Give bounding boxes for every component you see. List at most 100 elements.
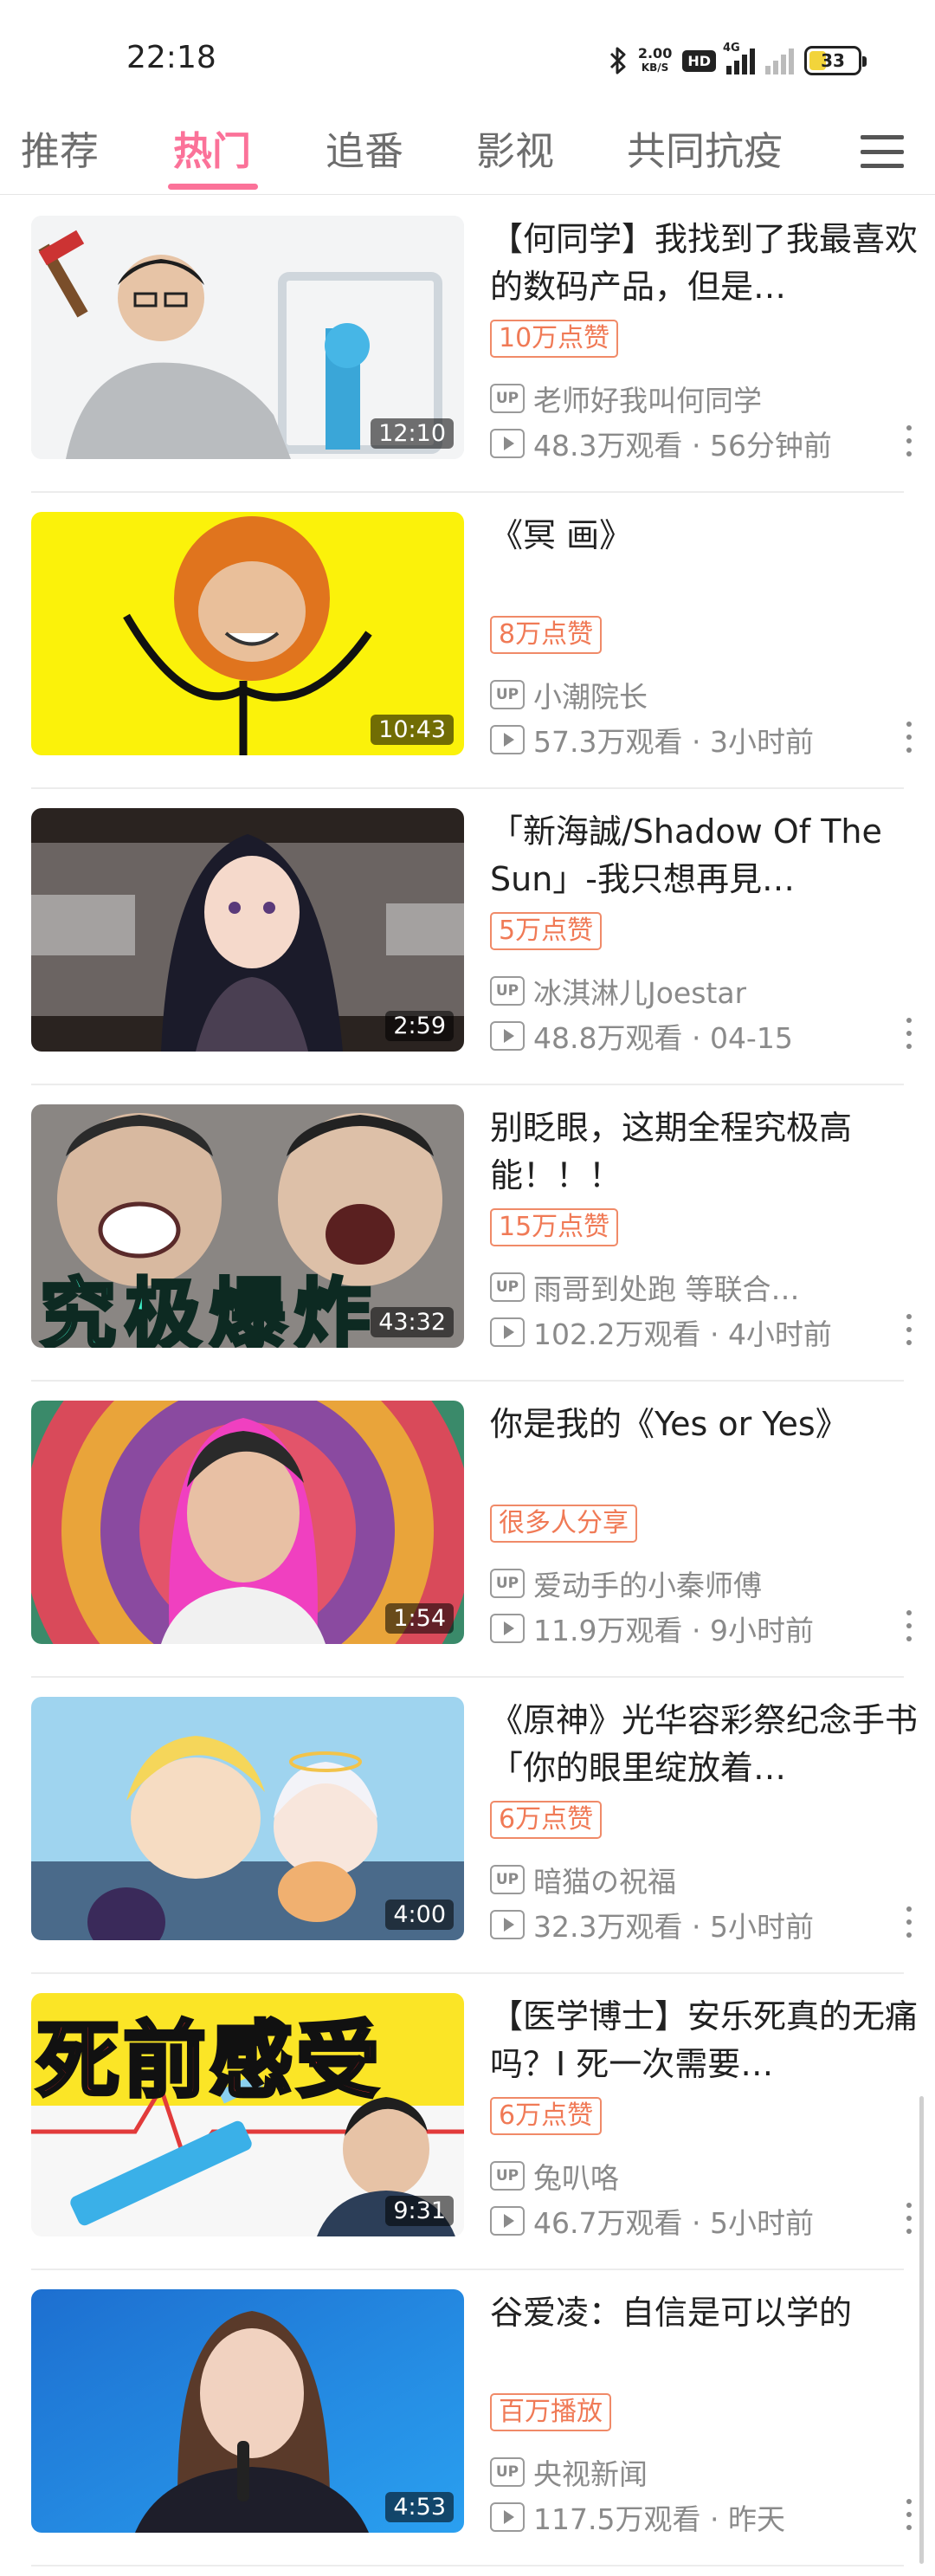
video-title[interactable]: 【何同学】我找到了我最喜欢的数码产品，但是… xyxy=(490,216,923,313)
video-duration: 10:43 xyxy=(371,715,454,745)
video-info: 《原神》光华容彩祭纪念手书「你的眼里绽放着… 6万点赞 UP 暗猫の祝福 32.… xyxy=(490,1697,923,1944)
uploader-line[interactable]: UP 雨哥到处跑 等联合… xyxy=(490,1266,800,1308)
view-stats: 48.8万观看 · 04-15 xyxy=(490,1015,793,1057)
play-count-icon xyxy=(490,1021,525,1051)
uploader-name: 雨哥到处跑 等联合… xyxy=(533,1272,800,1306)
video-info: 别眨眼，这期全程究极高能！！！ 15万点赞 UP 雨哥到处跑 等联合… 102.… xyxy=(490,1104,923,1351)
tab-movies[interactable]: 影视 xyxy=(476,120,554,176)
video-thumbnail[interactable]: 4:53 xyxy=(31,2289,464,2533)
uploader-line[interactable]: UP 暗猫の祝福 xyxy=(490,1859,676,1900)
uploader-line[interactable]: UP 兔叭咯 xyxy=(490,2155,619,2197)
video-title[interactable]: 「新海誠/Shadow Of The Sun」-我只想再見… xyxy=(490,808,923,905)
view-stats: 102.2万观看 · 4小时前 xyxy=(490,1311,832,1353)
uploader-name: 兔叭咯 xyxy=(533,2161,619,2195)
video-info: 「新海誠/Shadow Of The Sun」-我只想再見… 5万点赞 UP 冰… xyxy=(490,808,923,1055)
play-count-icon xyxy=(490,429,525,458)
video-card[interactable]: 10:43 《冥 画》 8万点赞 UP 小潮院长 57.3万观看 · 3小时前 xyxy=(31,493,912,789)
video-thumbnail[interactable]: 死前感受 9:31 xyxy=(31,1993,464,2236)
more-options-icon[interactable] xyxy=(900,2499,918,2530)
view-stats: 46.7万观看 · 5小时前 xyxy=(490,2200,814,2242)
video-info: 《冥 画》 8万点赞 UP 小潮院长 57.3万观看 · 3小时前 xyxy=(490,512,923,759)
video-title[interactable]: 谷爱凌：自信是可以学的 xyxy=(490,2289,923,2386)
view-stats: 57.3万观看 · 3小时前 xyxy=(490,719,814,761)
video-title[interactable]: 《冥 画》 xyxy=(490,512,923,609)
video-thumbnail[interactable]: 12:10 xyxy=(31,216,464,459)
tab-recommend[interactable]: 推荐 xyxy=(21,120,99,176)
video-card[interactable]: 1:54 你是我的《Yes or Yes》 很多人分享 UP 爱动手的小秦师傅 … xyxy=(31,1382,912,1678)
video-badge: 15万点赞 xyxy=(490,1208,619,1246)
more-options-icon[interactable] xyxy=(900,1314,918,1345)
video-duration: 4:00 xyxy=(385,1900,454,1930)
video-feed: 12:10 【何同学】我找到了我最喜欢的数码产品，但是… 10万点赞 UP 老师… xyxy=(0,197,935,2566)
uploader-line[interactable]: UP 冰淇淋儿Joestar xyxy=(490,970,746,1012)
uploader-name: 爱动手的小秦师傅 xyxy=(533,1569,762,1602)
play-count-icon xyxy=(490,725,525,754)
view-count-text: 48.3万观看 · 56分钟前 xyxy=(533,429,832,463)
video-badge: 百万播放 xyxy=(490,2393,611,2431)
view-count-text: 46.7万观看 · 5小时前 xyxy=(533,2206,814,2240)
tab-hot[interactable]: 热门 xyxy=(173,120,251,176)
scrollbar[interactable] xyxy=(919,2096,924,2564)
uploader-name: 冰淇淋儿Joestar xyxy=(533,976,747,1010)
uploader-line[interactable]: UP 老师好我叫何同学 xyxy=(490,378,762,419)
more-options-icon[interactable] xyxy=(900,2203,918,2234)
up-icon: UP xyxy=(490,1865,525,1894)
uploader-name: 暗猫の祝福 xyxy=(533,1865,676,1899)
status-bar: 22:18 2.00 KB/S HD 4G 33 xyxy=(0,0,935,113)
video-card[interactable]: 4:00 《原神》光华容彩祭纪念手书「你的眼里绽放着… 6万点赞 UP 暗猫の祝… xyxy=(31,1678,918,1974)
up-icon: UP xyxy=(490,1272,525,1302)
video-duration: 2:59 xyxy=(385,1011,454,1041)
video-thumbnail[interactable]: 2:59 xyxy=(31,808,464,1052)
menu-icon[interactable] xyxy=(861,130,904,173)
more-options-icon[interactable] xyxy=(900,1906,918,1938)
tab-anime[interactable]: 追番 xyxy=(326,120,403,176)
video-thumbnail[interactable]: 1:54 xyxy=(31,1401,464,1644)
more-options-icon[interactable] xyxy=(900,1018,918,1049)
tab-fight-epidemic[interactable]: 共同抗疫 xyxy=(627,120,783,176)
video-title[interactable]: 别眨眼，这期全程究极高能！！！ xyxy=(490,1104,923,1201)
video-thumbnail[interactable]: 4:00 xyxy=(31,1697,464,1940)
video-duration: 12:10 xyxy=(371,418,454,449)
uploader-line[interactable]: UP 爱动手的小秦师傅 xyxy=(490,1563,762,1604)
video-duration: 1:54 xyxy=(385,1603,454,1634)
view-count-text: 32.3万观看 · 5小时前 xyxy=(533,1910,814,1944)
video-card[interactable]: 2:59 「新海誠/Shadow Of The Sun」-我只想再見… 5万点赞… xyxy=(31,789,912,1085)
battery-icon: 33 xyxy=(804,46,867,75)
up-icon: UP xyxy=(490,680,525,709)
view-count-text: 117.5万观看 · 昨天 xyxy=(533,2502,785,2536)
video-badge: 6万点赞 xyxy=(490,1801,603,1839)
view-count-text: 57.3万观看 · 3小时前 xyxy=(533,725,814,759)
play-count-icon xyxy=(490,2206,525,2236)
video-info: 谷爱凌：自信是可以学的 百万播放 UP 央视新闻 117.5万观看 · 昨天 xyxy=(490,2289,923,2536)
more-options-icon[interactable] xyxy=(900,1610,918,1641)
video-card[interactable]: 4:53 谷爱凌：自信是可以学的 百万播放 UP 央视新闻 117.5万观看 ·… xyxy=(31,2270,912,2566)
video-card[interactable]: 究极爆炸 43:32 别眨眼，这期全程究极高能！！！ 15万点赞 UP 雨哥到处… xyxy=(31,1085,912,1382)
video-title[interactable]: 《原神》光华容彩祭纪念手书「你的眼里绽放着… xyxy=(490,1697,923,1794)
video-thumbnail[interactable]: 10:43 xyxy=(31,512,464,755)
thumbnail-caption: 究极爆炸 xyxy=(38,1268,380,1348)
view-stats: 32.3万观看 · 5小时前 xyxy=(490,1904,814,1945)
play-count-icon xyxy=(490,1910,525,1939)
video-duration: 9:31 xyxy=(385,2196,454,2226)
video-thumbnail[interactable]: 究极爆炸 43:32 xyxy=(31,1104,464,1348)
video-card[interactable]: 12:10 【何同学】我找到了我最喜欢的数码产品，但是… 10万点赞 UP 老师… xyxy=(31,197,918,493)
more-options-icon[interactable] xyxy=(900,425,918,456)
signal-icon: 4G xyxy=(723,42,755,74)
uploader-line[interactable]: UP 央视新闻 xyxy=(490,2451,648,2493)
play-count-icon xyxy=(490,2502,525,2532)
video-badge: 6万点赞 xyxy=(490,2097,603,2135)
view-stats: 117.5万观看 · 昨天 xyxy=(490,2496,785,2538)
net-speed: 2.00 KB/S xyxy=(637,45,673,74)
status-time: 22:18 xyxy=(126,40,216,75)
uploader-line[interactable]: UP 小潮院长 xyxy=(490,674,648,715)
video-badge: 8万点赞 xyxy=(490,616,603,654)
video-badge: 5万点赞 xyxy=(490,912,603,950)
video-card[interactable]: 死前感受 9:31 【医学博士】安乐死真的无痛吗？I 死一次需要… 6万点赞 U… xyxy=(31,1974,918,2270)
video-title[interactable]: 【医学博士】安乐死真的无痛吗？I 死一次需要… xyxy=(490,1993,923,2090)
hd-icon: HD xyxy=(682,49,716,72)
view-count-text: 11.9万观看 · 9小时前 xyxy=(533,1614,814,1647)
more-options-icon[interactable] xyxy=(900,722,918,753)
up-icon: UP xyxy=(490,2457,525,2487)
video-title[interactable]: 你是我的《Yes or Yes》 xyxy=(490,1401,923,1498)
video-badge: 10万点赞 xyxy=(490,320,619,358)
